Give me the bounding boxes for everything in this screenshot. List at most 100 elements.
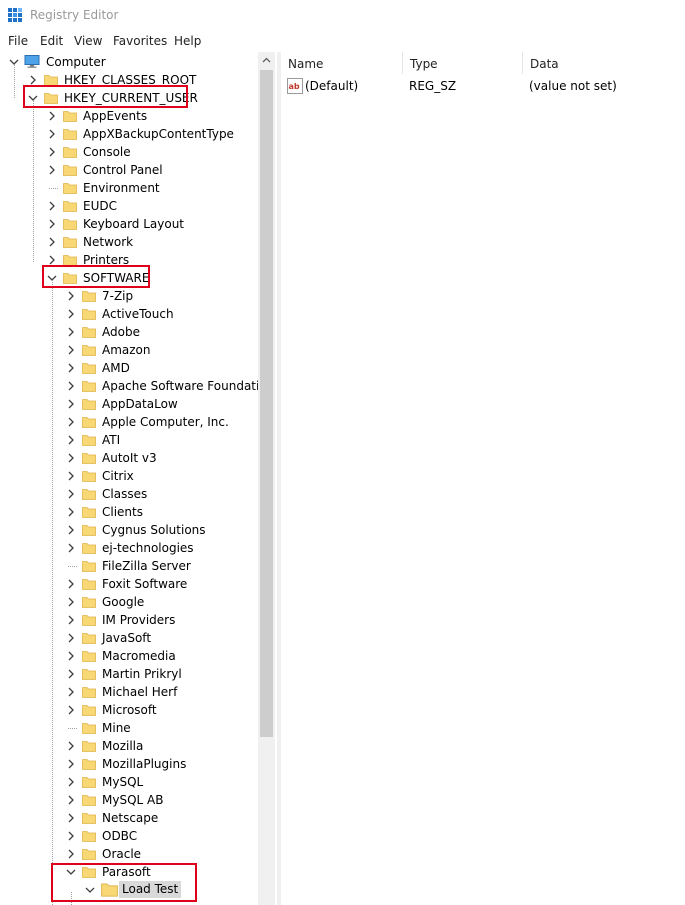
chevron-right-icon[interactable] xyxy=(65,577,77,591)
tree-item-ej-technologies[interactable]: ej-technologies xyxy=(0,539,258,557)
scroll-up-arrow-icon[interactable] xyxy=(258,52,275,69)
tree-item-apache-software-foundation[interactable]: Apache Software Foundation xyxy=(0,377,274,395)
tree-item-appdatalow[interactable]: AppDataLow xyxy=(0,395,258,413)
tree-item-mine[interactable]: Mine xyxy=(0,719,258,737)
tree-item-martin-prikryl[interactable]: Martin Prikryl xyxy=(0,665,258,683)
tree-item-citrix[interactable]: Citrix xyxy=(0,467,258,485)
tree-item-im-providers[interactable]: IM Providers xyxy=(0,611,258,629)
folder-icon xyxy=(82,471,96,482)
tree-item-macromedia[interactable]: Macromedia xyxy=(0,647,258,665)
chevron-right-icon[interactable] xyxy=(65,775,77,789)
chevron-right-icon[interactable] xyxy=(65,811,77,825)
tree-item-label: AppEvents xyxy=(83,109,148,123)
column-header-name[interactable]: Name xyxy=(281,52,403,74)
chevron-right-icon[interactable] xyxy=(46,163,58,177)
chevron-right-icon[interactable] xyxy=(65,757,77,771)
chevron-right-icon[interactable] xyxy=(65,469,77,483)
tree-item-environment[interactable]: Environment xyxy=(0,179,258,197)
tree-item-mysql-ab[interactable]: MySQL AB xyxy=(0,791,258,809)
tree-item-label: MySQL AB xyxy=(102,793,164,807)
chevron-right-icon[interactable] xyxy=(65,703,77,717)
tree-item-eudc[interactable]: EUDC xyxy=(0,197,258,215)
scroll-thumb[interactable] xyxy=(260,70,273,737)
chevron-right-icon[interactable] xyxy=(46,199,58,213)
tree-item-control-panel[interactable]: Control Panel xyxy=(0,161,258,179)
tree-item-network[interactable]: Network xyxy=(0,233,258,251)
chevron-right-icon[interactable] xyxy=(65,631,77,645)
tree-item-foxit-software[interactable]: Foxit Software xyxy=(0,575,258,593)
menu-help[interactable]: Help xyxy=(174,34,201,48)
tree-item-ati[interactable]: ATI xyxy=(0,431,258,449)
tree-item-mozilla[interactable]: Mozilla xyxy=(0,737,258,755)
chevron-right-icon[interactable] xyxy=(65,649,77,663)
tree-item-oracle[interactable]: Oracle xyxy=(0,845,258,863)
chevron-right-icon[interactable] xyxy=(65,829,77,843)
chevron-right-icon[interactable] xyxy=(65,433,77,447)
tree-item-autoit-v3[interactable]: AutoIt v3 xyxy=(0,449,258,467)
column-header-data[interactable]: Data xyxy=(523,52,685,74)
chevron-right-icon[interactable] xyxy=(65,307,77,321)
tree-item-amazon[interactable]: Amazon xyxy=(0,341,258,359)
menu-file[interactable]: File xyxy=(8,34,28,48)
chevron-right-icon[interactable] xyxy=(65,343,77,357)
column-header-type[interactable]: Type xyxy=(403,52,523,74)
tree-item-label: EUDC xyxy=(83,199,117,213)
tree-item-console[interactable]: Console xyxy=(0,143,258,161)
menu-favorites[interactable]: Favorites xyxy=(113,34,167,48)
tree-item-filezilla-server[interactable]: FileZilla Server xyxy=(0,557,258,575)
menu-view[interactable]: View xyxy=(74,34,102,48)
chevron-right-icon[interactable] xyxy=(65,793,77,807)
tree-item-clients[interactable]: Clients xyxy=(0,503,258,521)
tree-item-cygnus-solutions[interactable]: Cygnus Solutions xyxy=(0,521,258,539)
tree-item-apple-computer-inc[interactable]: Apple Computer, Inc. xyxy=(0,413,258,431)
chevron-right-icon[interactable] xyxy=(65,541,77,555)
tree-item-computer[interactable]: Computer xyxy=(0,53,258,71)
tree-item-activetouch[interactable]: ActiveTouch xyxy=(0,305,258,323)
chevron-right-icon[interactable] xyxy=(65,361,77,375)
tree-item-javasoft[interactable]: JavaSoft xyxy=(0,629,258,647)
chevron-right-icon[interactable] xyxy=(65,595,77,609)
tree-item-odbc[interactable]: ODBC xyxy=(0,827,258,845)
folder-icon xyxy=(82,813,96,824)
tree-item-amd[interactable]: AMD xyxy=(0,359,258,377)
chevron-right-icon[interactable] xyxy=(65,415,77,429)
tree-item-mysql[interactable]: MySQL xyxy=(0,773,258,791)
chevron-right-icon[interactable] xyxy=(65,685,77,699)
chevron-right-icon[interactable] xyxy=(65,505,77,519)
chevron-right-icon[interactable] xyxy=(46,127,58,141)
tree-item-netscape[interactable]: Netscape xyxy=(0,809,258,827)
tree-item-mozillaplugins[interactable]: MozillaPlugins xyxy=(0,755,258,773)
folder-icon xyxy=(82,417,96,428)
chevron-right-icon[interactable] xyxy=(65,451,77,465)
chevron-right-icon[interactable] xyxy=(46,109,58,123)
tree-item-appxbackupcontenttype[interactable]: AppXBackupContentType xyxy=(0,125,258,143)
tree-item-keyboard-layout[interactable]: Keyboard Layout xyxy=(0,215,258,233)
chevron-right-icon[interactable] xyxy=(65,487,77,501)
chevron-right-icon[interactable] xyxy=(65,397,77,411)
chevron-right-icon[interactable] xyxy=(65,325,77,339)
tree-item-appevents[interactable]: AppEvents xyxy=(0,107,258,125)
chevron-right-icon[interactable] xyxy=(46,145,58,159)
tree-item-google[interactable]: Google xyxy=(0,593,258,611)
chevron-right-icon[interactable] xyxy=(65,379,77,393)
chevron-right-icon[interactable] xyxy=(65,613,77,627)
tree-vertical-scrollbar[interactable] xyxy=(258,52,275,905)
chevron-right-icon[interactable] xyxy=(65,523,77,537)
tree-item-label: Michael Herf xyxy=(102,685,178,699)
chevron-right-icon[interactable] xyxy=(65,847,77,861)
tree-item-michael-herf[interactable]: Michael Herf xyxy=(0,683,258,701)
tree-item-7-zip[interactable]: 7-Zip xyxy=(0,287,258,305)
window-title: Registry Editor xyxy=(30,8,119,22)
chevron-right-icon[interactable] xyxy=(65,667,77,681)
value-row[interactable]: ab (Default) REG_SZ (value not set) xyxy=(281,76,685,96)
tree-item-adobe[interactable]: Adobe xyxy=(0,323,258,341)
values-list[interactable]: Name Type Data ab (Default) REG_SZ (valu… xyxy=(281,52,685,905)
tree-item-classes[interactable]: Classes xyxy=(0,485,258,503)
chevron-right-icon[interactable] xyxy=(46,217,58,231)
chevron-right-icon[interactable] xyxy=(65,289,77,303)
tree-item-microsoft[interactable]: Microsoft xyxy=(0,701,258,719)
menu-edit[interactable]: Edit xyxy=(40,34,63,48)
chevron-right-icon[interactable] xyxy=(65,739,77,753)
registry-tree[interactable]: Computer HKEY_CLASSES_ROOT HKEY_CURRENT_US… xyxy=(0,52,277,905)
chevron-right-icon[interactable] xyxy=(46,235,58,249)
